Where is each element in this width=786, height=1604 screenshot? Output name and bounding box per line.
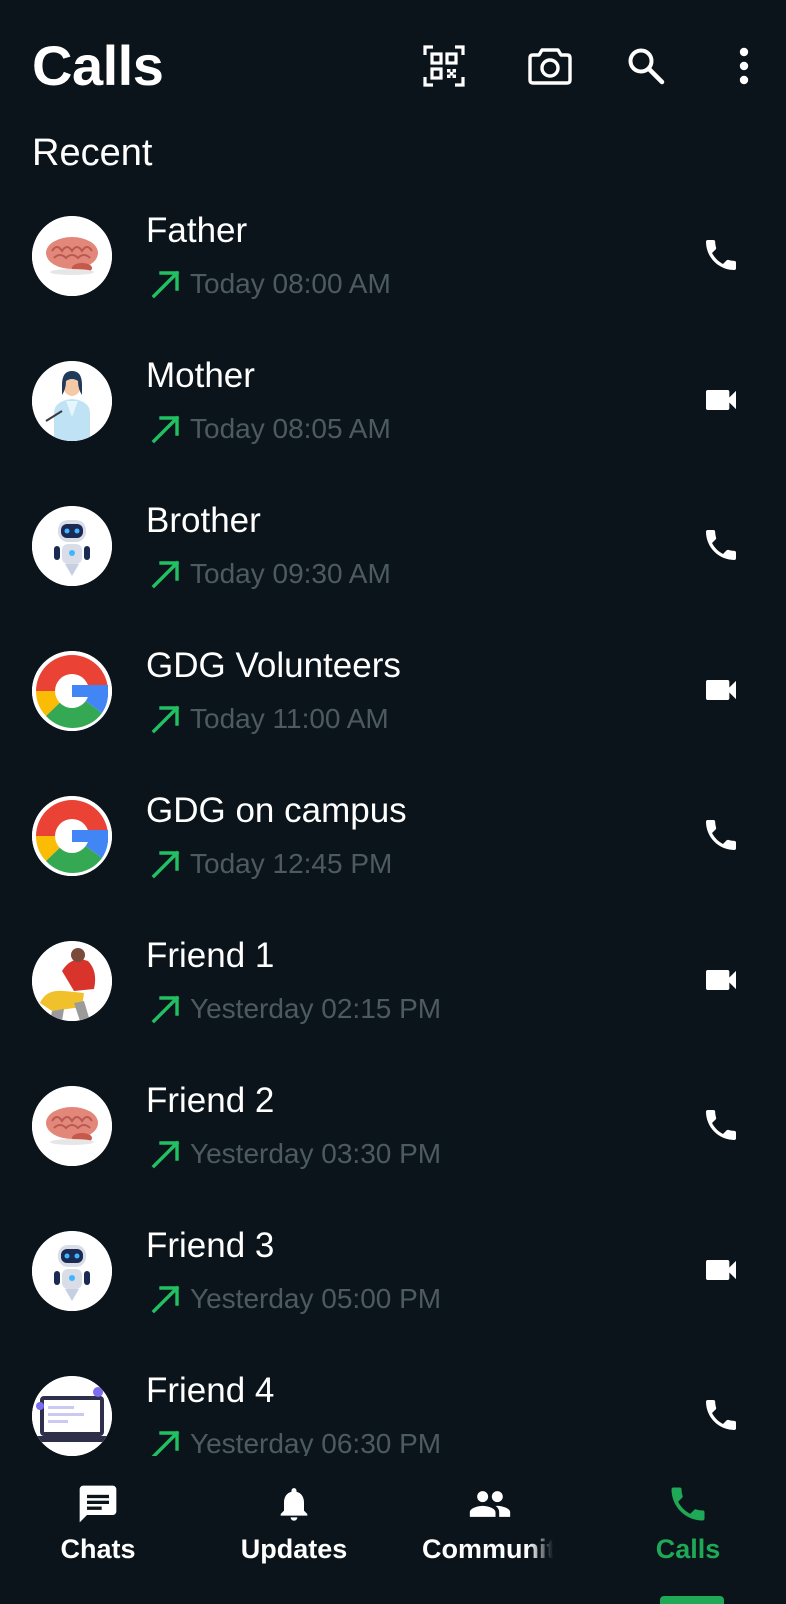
nav-label: Updates [240,1534,348,1564]
nav-tab-calls[interactable]: Calls [590,1456,786,1600]
avatar[interactable] [32,1086,112,1166]
call-meta: Today 12:45 PM [150,844,392,884]
bottom-navigation: Chats Updates Communit Calls [0,1456,786,1604]
avatar[interactable] [32,216,112,296]
call-meta: Today 08:00 AM [150,264,391,304]
avatar[interactable] [32,361,112,441]
voice-call-button[interactable] [696,520,746,570]
voice-call-button[interactable] [696,1390,746,1440]
outgoing-arrow-icon [151,705,180,734]
video-camera-icon [706,1260,736,1280]
contact-name: Father [146,211,248,250]
nav-tab-communities[interactable]: Communit [392,1456,588,1600]
call-row[interactable]: Friend 1 Yesterday 02:15 PM [0,925,786,1070]
call-time: Today 11:00 AM [190,703,389,734]
voice-call-button[interactable] [696,810,746,860]
nav-tab-updates[interactable]: Updates [196,1456,392,1600]
contact-name: Friend 3 [146,1226,275,1265]
avatar[interactable] [32,651,112,731]
nav-label: Calls [655,1534,721,1564]
active-tab-indicator [660,1596,724,1604]
outgoing-arrow-icon [151,415,180,444]
call-meta: Yesterday 03:30 PM [150,1134,441,1174]
call-time: Yesterday 02:15 PM [190,993,442,1024]
app-header: Calls [0,0,786,130]
video-camera-icon [706,390,736,410]
nav-label: Chats [60,1534,136,1564]
call-time: Today 12:45 PM [190,848,393,879]
contact-name: Friend 1 [146,936,275,975]
call-time: Today 09:30 AM [190,558,391,589]
phone-icon [706,240,736,270]
call-row[interactable]: Mother Today 08:05 AM [0,345,786,490]
video-camera-icon [706,970,736,990]
video-camera-icon [706,680,736,700]
qr-code-icon[interactable] [420,42,468,90]
video-call-button[interactable] [696,665,746,715]
call-time: Yesterday 03:30 PM [190,1138,442,1169]
contact-name: Brother [146,501,261,540]
call-time: Yesterday 06:30 PM [190,1428,442,1456]
avatar[interactable] [32,506,112,586]
camera-icon[interactable] [526,42,574,90]
call-row[interactable]: GDG Volunteers Today 11:00 AM [0,635,786,780]
call-row[interactable]: Friend 3 Yesterday 05:00 PM [0,1215,786,1360]
outgoing-arrow-icon [151,1430,180,1456]
call-meta: Yesterday 05:00 PM [150,1279,441,1319]
outgoing-arrow-icon [151,1285,180,1314]
call-row[interactable]: Friend 4 Yesterday 06:30 PM [0,1360,786,1456]
nav-tab-chats[interactable]: Chats [0,1456,196,1600]
contact-name: GDG on campus [146,791,407,830]
call-row[interactable]: Friend 2 Yesterday 03:30 PM [0,1070,786,1215]
section-title-recent: Recent [32,132,153,174]
avatar[interactable] [32,1376,112,1456]
call-meta: Today 08:05 AM [150,409,391,449]
chat-icon [0,1480,196,1528]
contact-name: Mother [146,356,255,395]
outgoing-arrow-icon [151,270,180,299]
call-row[interactable]: Father Today 08:00 AM [0,200,786,345]
call-row[interactable]: Brother Today 09:30 AM [0,490,786,635]
nav-label: Communit [422,1534,556,1564]
outgoing-arrow-icon [151,850,180,879]
phone-icon [706,1110,736,1140]
call-list: Father Today 08:00 AM Mother Today 08:05… [0,200,786,1456]
phone-icon [706,820,736,850]
page-title: Calls [32,34,164,97]
search-icon[interactable] [622,42,670,90]
video-call-button[interactable] [696,375,746,425]
outgoing-arrow-icon [151,1140,180,1169]
call-time: Today 08:00 AM [190,268,391,299]
contact-name: Friend 2 [146,1081,275,1120]
call-meta: Yesterday 02:15 PM [150,989,441,1029]
avatar[interactable] [32,941,112,1021]
bell-icon [196,1480,392,1528]
outgoing-arrow-icon [151,995,180,1024]
avatar[interactable] [32,796,112,876]
outgoing-arrow-icon [151,560,180,589]
more-vert-icon[interactable] [720,42,768,90]
phone-icon [706,530,736,560]
video-call-button[interactable] [696,955,746,1005]
call-meta: Yesterday 06:30 PM [150,1424,441,1456]
phone-icon [706,1400,736,1430]
video-call-button[interactable] [696,1245,746,1295]
contact-name: Friend 4 [146,1371,275,1410]
call-meta: Today 11:00 AM [150,699,389,739]
call-meta: Today 09:30 AM [150,554,391,594]
call-row[interactable]: GDG on campus Today 12:45 PM [0,780,786,925]
contact-name: GDG Volunteers [146,646,401,685]
call-time: Today 08:05 AM [190,413,391,444]
voice-call-button[interactable] [696,1100,746,1150]
call-time: Yesterday 05:00 PM [190,1283,442,1314]
avatar[interactable] [32,1231,112,1311]
voice-call-button[interactable] [696,230,746,280]
phone-icon [590,1480,786,1528]
community-icon [392,1480,588,1528]
